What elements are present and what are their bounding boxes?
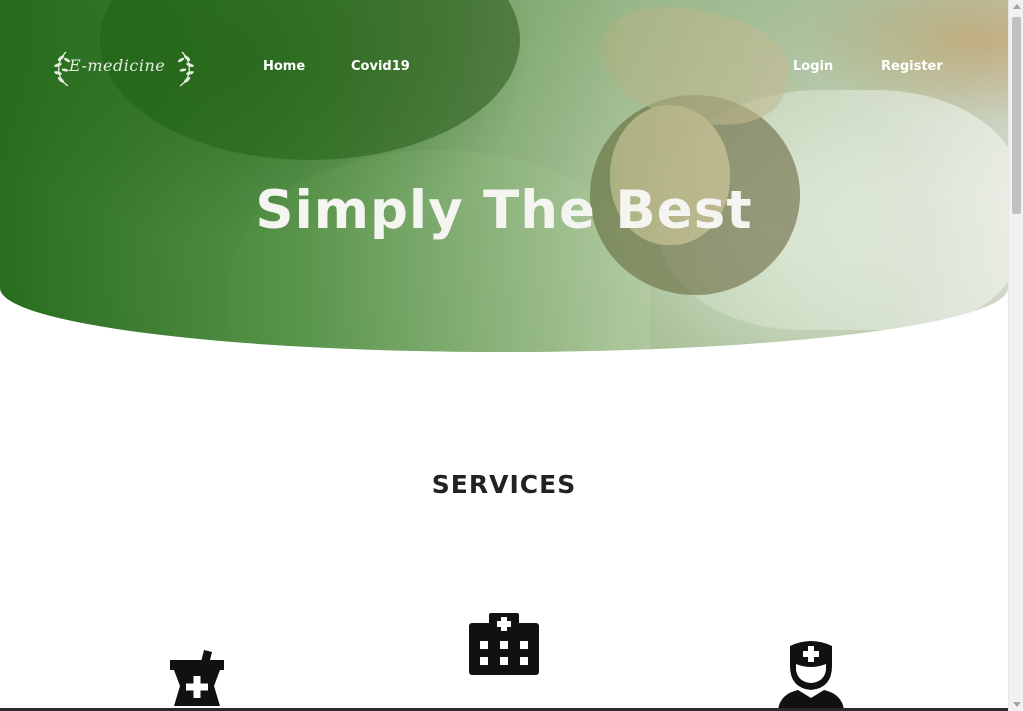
pharmacy-mortar-icon	[170, 650, 224, 706]
page: E-medicine Home Covid19 Login Register S…	[0, 0, 1008, 711]
scrollbar-thumb[interactable]	[1012, 17, 1021, 214]
services-title: SERVICES	[431, 470, 577, 499]
scroll-up-arrow-icon[interactable]	[1013, 4, 1021, 9]
nav-link-login[interactable]: Login	[793, 59, 833, 74]
scroll-down-arrow-icon[interactable]	[1013, 702, 1021, 707]
nav-link-covid19[interactable]: Covid19	[351, 59, 410, 74]
doctor-nurse-icon	[778, 641, 844, 710]
hospital-icon	[469, 613, 539, 675]
hero-banner: E-medicine Home Covid19 Login Register S…	[0, 0, 1008, 352]
hospital-service[interactable]	[469, 613, 539, 681]
logo-text: E-medicine	[69, 56, 166, 75]
logo[interactable]: E-medicine	[52, 46, 196, 88]
hero-title: Simply The Best	[255, 180, 753, 241]
doctor-service[interactable]	[776, 640, 846, 711]
nav-link-home[interactable]: Home	[263, 59, 305, 74]
pharmacy-service[interactable]	[168, 648, 226, 711]
vertical-scrollbar[interactable]	[1008, 0, 1023, 711]
nav-link-register[interactable]: Register	[881, 59, 943, 74]
